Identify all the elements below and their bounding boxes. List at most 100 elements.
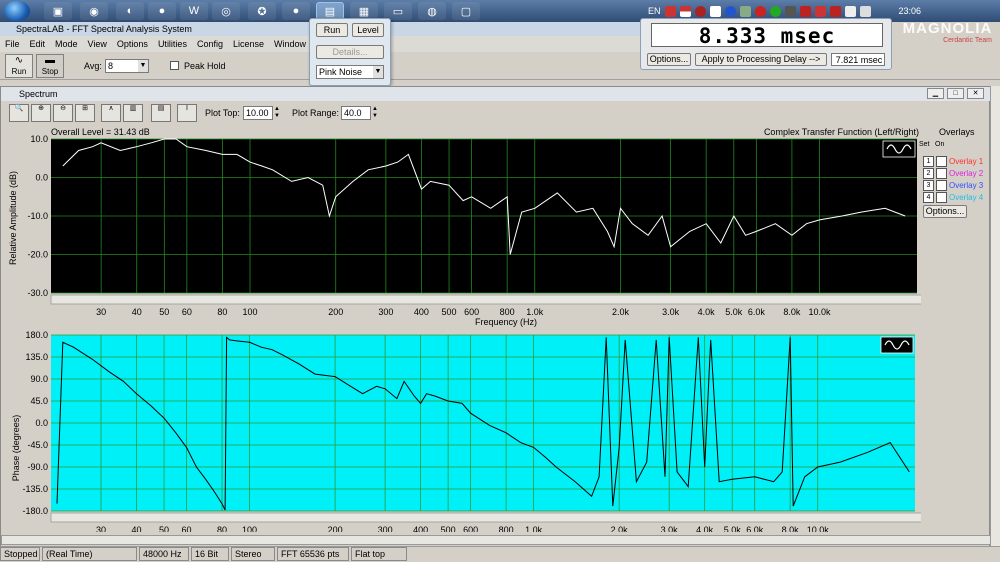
zoom-out-icon[interactable]: ⊖	[53, 104, 73, 122]
zoom-in-icon[interactable]: ⊕	[31, 104, 51, 122]
line-plot-icon[interactable]: ∧	[101, 104, 121, 122]
tray-icon[interactable]	[829, 5, 841, 17]
x-tick-label: 80	[217, 307, 227, 317]
y-tick-label: 90.0	[30, 374, 48, 384]
y-tick-label: 135.0	[25, 352, 48, 362]
overlay-set-button[interactable]: 1	[923, 155, 934, 167]
overlay-on-checkbox[interactable]	[936, 167, 947, 179]
taskbar-app-icon[interactable]: ◍	[418, 2, 446, 20]
overlay-options-button[interactable]: Options...	[923, 205, 967, 218]
x-tick-label: 500	[442, 307, 457, 317]
frequency-axis-title: Frequency (Hz)	[474, 317, 537, 327]
window-vertical-scrollbar[interactable]	[990, 86, 1000, 546]
overlay-set-button[interactable]: 4	[923, 191, 934, 203]
menu-license[interactable]: License	[228, 36, 269, 52]
start-button[interactable]	[4, 1, 30, 21]
plot-scrollbar	[50, 294, 921, 305]
overlay-row-1: 1 Overlay 1	[923, 155, 993, 167]
x-tick-label: 600	[463, 525, 478, 532]
overlay-on-checkbox[interactable]	[936, 191, 947, 203]
taskbar-app-icon[interactable]: ▣	[44, 2, 72, 20]
x-tick-label: 8.0k	[782, 525, 800, 532]
minimize-button[interactable]: ▁	[927, 88, 944, 99]
status-bit-depth: 16 Bit	[191, 547, 229, 561]
cursor-icon[interactable]: I	[177, 104, 197, 122]
tray-icon[interactable]	[724, 5, 736, 17]
table-icon[interactable]: ▤	[151, 104, 171, 122]
brand-name: MAGNOLIA	[902, 20, 993, 37]
bar-plot-icon[interactable]: ▥	[123, 104, 143, 122]
run-button[interactable]: ∿ Run	[5, 54, 33, 78]
close-button[interactable]: ✕	[967, 88, 984, 99]
flag-icon[interactable]	[679, 5, 691, 17]
clock[interactable]: 23:06	[899, 6, 922, 16]
generator-level-button[interactable]: Level	[352, 23, 384, 37]
menu-config[interactable]: Config	[192, 36, 228, 52]
tray-icon[interactable]	[814, 5, 826, 17]
taskbar-app-icon[interactable]: ◎	[212, 2, 240, 20]
zoom-full-icon[interactable]: ⊞	[75, 104, 95, 122]
taskbar-app-icon[interactable]: ✪	[248, 2, 276, 20]
taskbar-app-icon[interactable]: ●	[148, 2, 176, 20]
tray-icon[interactable]	[769, 5, 781, 17]
icon-frame	[880, 336, 914, 354]
plot-range-spinner[interactable]: ▲ ▼	[372, 106, 380, 120]
menu-options[interactable]: Options	[112, 36, 153, 52]
x-tick-label: 300	[378, 307, 393, 317]
stop-icon: ▬	[45, 55, 55, 66]
plot-top-spinner[interactable]: ▲ ▼	[274, 106, 282, 120]
x-tick-label: 80	[217, 525, 227, 532]
x-tick-label: 2.0k	[611, 525, 629, 532]
delay-options-button[interactable]: Options...	[647, 53, 691, 66]
menu-file[interactable]: File	[0, 36, 25, 52]
taskbar-app-icon[interactable]: ◉	[80, 2, 108, 20]
plot-top-label: Plot Top:	[205, 108, 240, 118]
menu-utilities[interactable]: Utilities	[153, 36, 192, 52]
zoom-icon[interactable]: 🔍	[9, 104, 29, 122]
tray-icon[interactable]	[664, 5, 676, 17]
maximize-button[interactable]: □	[947, 88, 964, 99]
stop-button[interactable]: ▬ Stop	[36, 54, 64, 78]
menu-view[interactable]: View	[83, 36, 112, 52]
overlay-set-button[interactable]: 3	[923, 179, 934, 191]
taskbar-app-icon[interactable]: ▢	[452, 2, 480, 20]
taskbar-app-icon[interactable]: ●	[282, 2, 310, 20]
generator-details-button[interactable]: Details...	[316, 45, 384, 59]
tray-icon[interactable]	[754, 5, 766, 17]
plot-top-input[interactable]: 10.00	[243, 106, 273, 120]
tray-icon[interactable]	[844, 5, 856, 17]
status-state: Stopped	[0, 547, 40, 561]
overlay-on-checkbox[interactable]	[936, 155, 947, 167]
y-tick-label: -180.0	[22, 506, 48, 516]
x-tick-label: 40	[132, 525, 142, 532]
peak-hold-checkbox[interactable]	[170, 61, 179, 70]
tray-icon[interactable]	[694, 5, 706, 17]
x-tick-label: 3.0k	[662, 307, 680, 317]
volume-icon[interactable]	[859, 5, 871, 17]
spectrum-toolbar: 🔍 ⊕ ⊖ ⊞ ∧ ▥ ▤ I Plot Top: 10.00 ▲ ▼ Plot …	[1, 102, 991, 124]
brand-sub: Cerdantic Team	[943, 37, 992, 44]
taskbar-app-icon[interactable]: ◐	[116, 2, 144, 20]
tray-icon[interactable]	[799, 5, 811, 17]
menu-mode[interactable]: Mode	[50, 36, 83, 52]
tray-icon[interactable]	[784, 5, 796, 17]
tray-icon[interactable]	[739, 5, 751, 17]
on-label: On	[935, 141, 945, 148]
window-horizontal-scrollbar[interactable]	[1, 535, 991, 545]
apply-delay-button[interactable]: Apply to Processing Delay -->	[695, 53, 827, 66]
chevron-down-icon: ▼	[138, 60, 148, 72]
overlay-set-button[interactable]: 2	[923, 167, 934, 179]
plot-range-input[interactable]: 40.0	[341, 106, 371, 120]
overlay-label: Overlay 3	[949, 180, 984, 190]
tray-icon[interactable]	[709, 5, 721, 17]
generator-run-button[interactable]: Run	[316, 23, 348, 37]
language-indicator[interactable]: EN	[648, 6, 661, 16]
menu-edit[interactable]: Edit	[25, 36, 51, 52]
menu-window[interactable]: Window	[269, 36, 311, 52]
overlay-label: Overlay 4	[949, 192, 984, 202]
avg-select[interactable]: 8 ▼	[105, 59, 149, 73]
overlay-on-checkbox[interactable]	[936, 179, 947, 191]
taskbar-app-icon[interactable]: W	[180, 2, 208, 20]
signal-type-select[interactable]: Pink Noise ▼	[316, 65, 384, 79]
status-sample-rate: 48000 Hz	[139, 547, 189, 561]
